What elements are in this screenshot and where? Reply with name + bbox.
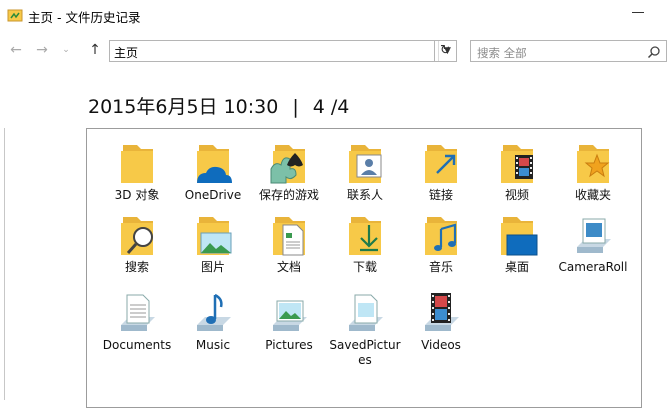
library-item-camera-roll[interactable]: CameraRoll bbox=[555, 211, 631, 275]
item-label: 收藏夹 bbox=[574, 188, 611, 202]
chevron-down-icon[interactable]: ⌄ bbox=[58, 42, 74, 58]
library-item-music[interactable]: Music bbox=[175, 289, 251, 353]
saved-pictures-library-icon bbox=[349, 294, 383, 331]
item-label: 视频 bbox=[504, 188, 529, 202]
folder-item-onedrive[interactable]: OneDrive bbox=[175, 139, 251, 203]
item-label: 链接 bbox=[428, 188, 453, 202]
folder-item-music[interactable]: 音乐 bbox=[403, 211, 479, 275]
back-arrow-icon[interactable]: ← bbox=[8, 42, 24, 58]
onedrive-folder-icon bbox=[197, 145, 232, 183]
refresh-icon[interactable]: ↻ bbox=[434, 40, 457, 62]
header-separator: | bbox=[292, 96, 299, 118]
folder-item-links[interactable]: 链接 bbox=[403, 139, 479, 203]
backup-date-header: 2015年6月5日 10:30 | 4 /4 bbox=[88, 92, 349, 119]
pictures-folder-icon bbox=[197, 217, 232, 255]
file-history-icon bbox=[7, 9, 23, 22]
item-label: 音乐 bbox=[428, 260, 453, 274]
camera-roll-library-icon bbox=[577, 218, 611, 253]
folder-item-documents[interactable]: 文档 bbox=[251, 211, 327, 275]
version-page: 4 /4 bbox=[312, 96, 350, 118]
search-placeholder: 搜索 全部 bbox=[477, 46, 527, 60]
item-label: 联系人 bbox=[346, 188, 383, 202]
item-label: OneDrive bbox=[184, 188, 242, 202]
folder-item-downloads[interactable]: 下载 bbox=[327, 211, 403, 275]
search-icon bbox=[647, 46, 660, 59]
item-label: Documents bbox=[102, 338, 172, 352]
library-item-documents[interactable]: Documents bbox=[99, 289, 175, 353]
saved-games-folder-icon bbox=[270, 145, 305, 184]
item-label: 文档 bbox=[276, 260, 301, 274]
search-box[interactable]: 搜索 全部 bbox=[470, 40, 667, 62]
searches-folder-icon bbox=[121, 217, 153, 255]
item-label: CameraRoll bbox=[558, 260, 628, 274]
item-label: 图片 bbox=[200, 260, 225, 274]
item-label: 下载 bbox=[352, 260, 377, 274]
library-item-pictures[interactable]: Pictures bbox=[251, 289, 327, 353]
favorites-folder-icon bbox=[577, 145, 610, 183]
item-label: SavedPictures bbox=[329, 338, 401, 367]
music-folder-icon bbox=[425, 217, 457, 255]
library-item-saved-pictures[interactable]: SavedPictures bbox=[327, 289, 403, 368]
desktop-folder-icon bbox=[501, 217, 538, 256]
folder-item-saved-games[interactable]: 保存的游戏 bbox=[251, 139, 327, 203]
folder-item-searches[interactable]: 搜索 bbox=[99, 211, 175, 275]
up-arrow-icon[interactable]: ↑ bbox=[87, 42, 103, 58]
backup-content-panel: 3D 对象 OneDrive 保存的游戏 联系人 链接 视频 收藏夹 搜索 图片… bbox=[86, 128, 642, 408]
videos-folder-icon bbox=[501, 145, 533, 183]
forward-arrow-icon[interactable]: → bbox=[34, 42, 50, 58]
window-title: 主页 - 文件历史记录 bbox=[28, 10, 141, 25]
backup-date: 2015年6月5日 10:30 bbox=[88, 96, 279, 118]
downloads-folder-icon bbox=[349, 217, 381, 255]
library-item-videos[interactable]: Videos bbox=[403, 289, 479, 353]
documents-library-icon bbox=[121, 294, 155, 331]
music-library-icon bbox=[197, 293, 231, 331]
item-label: Videos bbox=[421, 338, 461, 352]
item-label: 保存的游戏 bbox=[258, 188, 319, 202]
title-bar: 主页 - 文件历史记录 bbox=[0, 0, 670, 32]
address-text: 主页 bbox=[114, 46, 139, 60]
minimize-button[interactable] bbox=[610, 0, 670, 32]
documents-folder-icon bbox=[273, 217, 305, 256]
videos-library-icon bbox=[425, 293, 459, 331]
folder-item-favorites[interactable]: 收藏夹 bbox=[555, 139, 631, 203]
item-label: 搜索 bbox=[124, 260, 149, 274]
item-label: 3D 对象 bbox=[114, 188, 160, 202]
address-bar[interactable]: 主页 ▼ bbox=[109, 40, 457, 62]
folder-item-videos[interactable]: 视频 bbox=[479, 139, 555, 203]
item-label: Music bbox=[195, 338, 231, 352]
contacts-folder-icon bbox=[349, 145, 382, 183]
links-folder-icon bbox=[425, 145, 457, 183]
folder-item-contacts[interactable]: 联系人 bbox=[327, 139, 403, 203]
left-pane-edge bbox=[0, 128, 5, 400]
folder-item-3d-objects[interactable]: 3D 对象 bbox=[99, 139, 175, 203]
folder-item-desktop[interactable]: 桌面 bbox=[479, 211, 555, 275]
item-label: 桌面 bbox=[504, 260, 529, 274]
folder-item-pictures[interactable]: 图片 bbox=[175, 211, 251, 275]
pictures-library-icon bbox=[273, 300, 307, 331]
item-label: Pictures bbox=[265, 338, 313, 352]
folder-3d-icon bbox=[121, 145, 153, 183]
